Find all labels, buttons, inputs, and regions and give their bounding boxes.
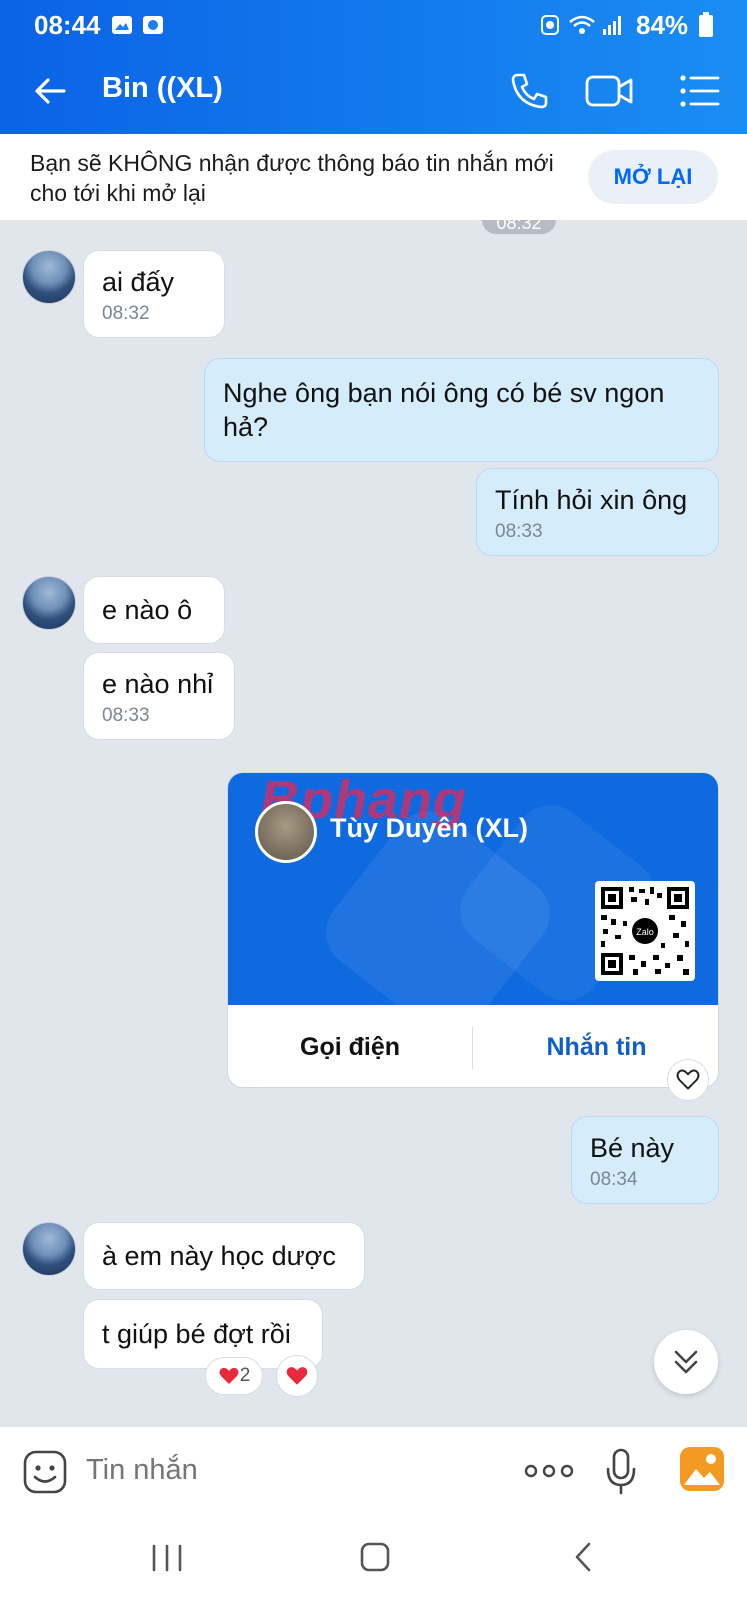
wifi-icon (569, 15, 595, 34)
contact-avatar[interactable] (22, 576, 76, 630)
battery-icon (699, 12, 713, 37)
message-time: 08:33 (495, 521, 543, 542)
message-bubble-incoming[interactable]: à em này học dược (83, 1222, 365, 1290)
call-button[interactable]: Gọi điện (228, 1005, 472, 1087)
phone-icon[interactable] (504, 66, 554, 116)
message-bubble-outgoing[interactable]: Bé này 08:34 (571, 1116, 719, 1204)
message-bubble-incoming[interactable]: e nào ô (83, 576, 225, 644)
reopen-notifications-button[interactable]: MỞ LẠI (588, 150, 718, 204)
heart-icon (286, 1367, 308, 1385)
video-call-icon[interactable] (584, 66, 636, 116)
message-text: à em này học dược (102, 1241, 336, 1271)
message-text: Tính hỏi xin ông (495, 485, 688, 515)
card-contact-name[interactable]: Tùy Duyên (XL) (330, 813, 528, 844)
heart-icon[interactable] (667, 1059, 709, 1101)
message-bubble-outgoing[interactable]: Tính hỏi xin ông 08:33 (476, 468, 719, 556)
message-bubble-incoming[interactable]: ai đấy 08:32 (83, 250, 225, 338)
card-contact-avatar[interactable] (255, 801, 317, 863)
qr-logo-text: Zalo (636, 927, 654, 937)
chevron-double-down-icon[interactable] (654, 1330, 718, 1394)
mute-notice: Bạn sẽ KHÔNG nhận được thông báo tin nhắ… (0, 134, 747, 220)
recent-apps-icon[interactable] (137, 1530, 197, 1586)
battery-percent: 84% (636, 10, 689, 40)
message-text: Bé này (590, 1133, 675, 1163)
composer-bar (0, 1426, 747, 1517)
message-bubble-incoming[interactable]: e nào nhỉ 08:33 (83, 652, 235, 740)
chat-header: Bin ((XL) (0, 48, 747, 134)
mute-notice-text: Bạn sẽ KHÔNG nhận được thông báo tin nhắ… (30, 150, 554, 206)
status-time: 08:44 (34, 10, 101, 40)
contact-card[interactable]: Bphang Tùy Duyên (XL) Zalo Gọi điện Nhắn… (227, 772, 719, 1088)
contact-card-header[interactable]: Bphang Tùy Duyên (XL) Zalo (228, 773, 718, 1005)
message-input[interactable] (84, 1453, 468, 1488)
image-gallery-icon[interactable] (678, 1445, 726, 1493)
message-text: Nghe ông bạn nói ông có bé sv ngon hả? (223, 378, 665, 442)
message-time: 08:34 (590, 1169, 638, 1190)
contact-avatar[interactable] (22, 1222, 76, 1276)
chat-title[interactable]: Bin ((XL) (102, 72, 223, 105)
signal-icon (603, 16, 621, 35)
back-nav-icon[interactable] (553, 1530, 613, 1586)
react-button[interactable] (276, 1355, 318, 1397)
home-icon[interactable] (345, 1530, 405, 1586)
gallery-notification-icon (112, 16, 132, 34)
system-nav-bar (0, 1516, 747, 1600)
reaction-count: 2 (239, 1365, 251, 1386)
reaction-summary[interactable]: 2 (205, 1357, 263, 1395)
status-bar: 08:44 84% (0, 0, 747, 48)
message-time: 08:33 (102, 705, 150, 726)
menu-list-icon[interactable] (676, 66, 726, 116)
qr-code[interactable]: Zalo (595, 881, 695, 981)
contact-avatar[interactable] (22, 250, 76, 304)
message-text: t giúp bé đợt rồi (102, 1319, 291, 1349)
chat-area[interactable]: 08:32 ai đấy 08:32 Nghe ông bạn nói ông … (0, 220, 747, 1426)
more-dots-icon[interactable] (524, 1459, 574, 1483)
message-time: 08:32 (102, 303, 150, 324)
contact-card-actions: Gọi điện Nhắn tin (228, 1005, 718, 1087)
heart-icon (219, 1367, 239, 1384)
battery-saver-icon (541, 15, 559, 35)
clock-notification-icon (143, 16, 163, 34)
message-text: e nào nhỉ (102, 669, 214, 699)
microphone-icon[interactable] (604, 1447, 638, 1497)
back-arrow-icon[interactable] (26, 66, 76, 116)
message-bubble-outgoing[interactable]: Nghe ông bạn nói ông có bé sv ngon hả? (204, 358, 719, 462)
message-text: ai đấy (102, 267, 175, 297)
message-text: e nào ô (102, 595, 193, 625)
sticker-icon[interactable] (22, 1449, 68, 1495)
time-stamp-pill: 08:32 (482, 220, 556, 234)
